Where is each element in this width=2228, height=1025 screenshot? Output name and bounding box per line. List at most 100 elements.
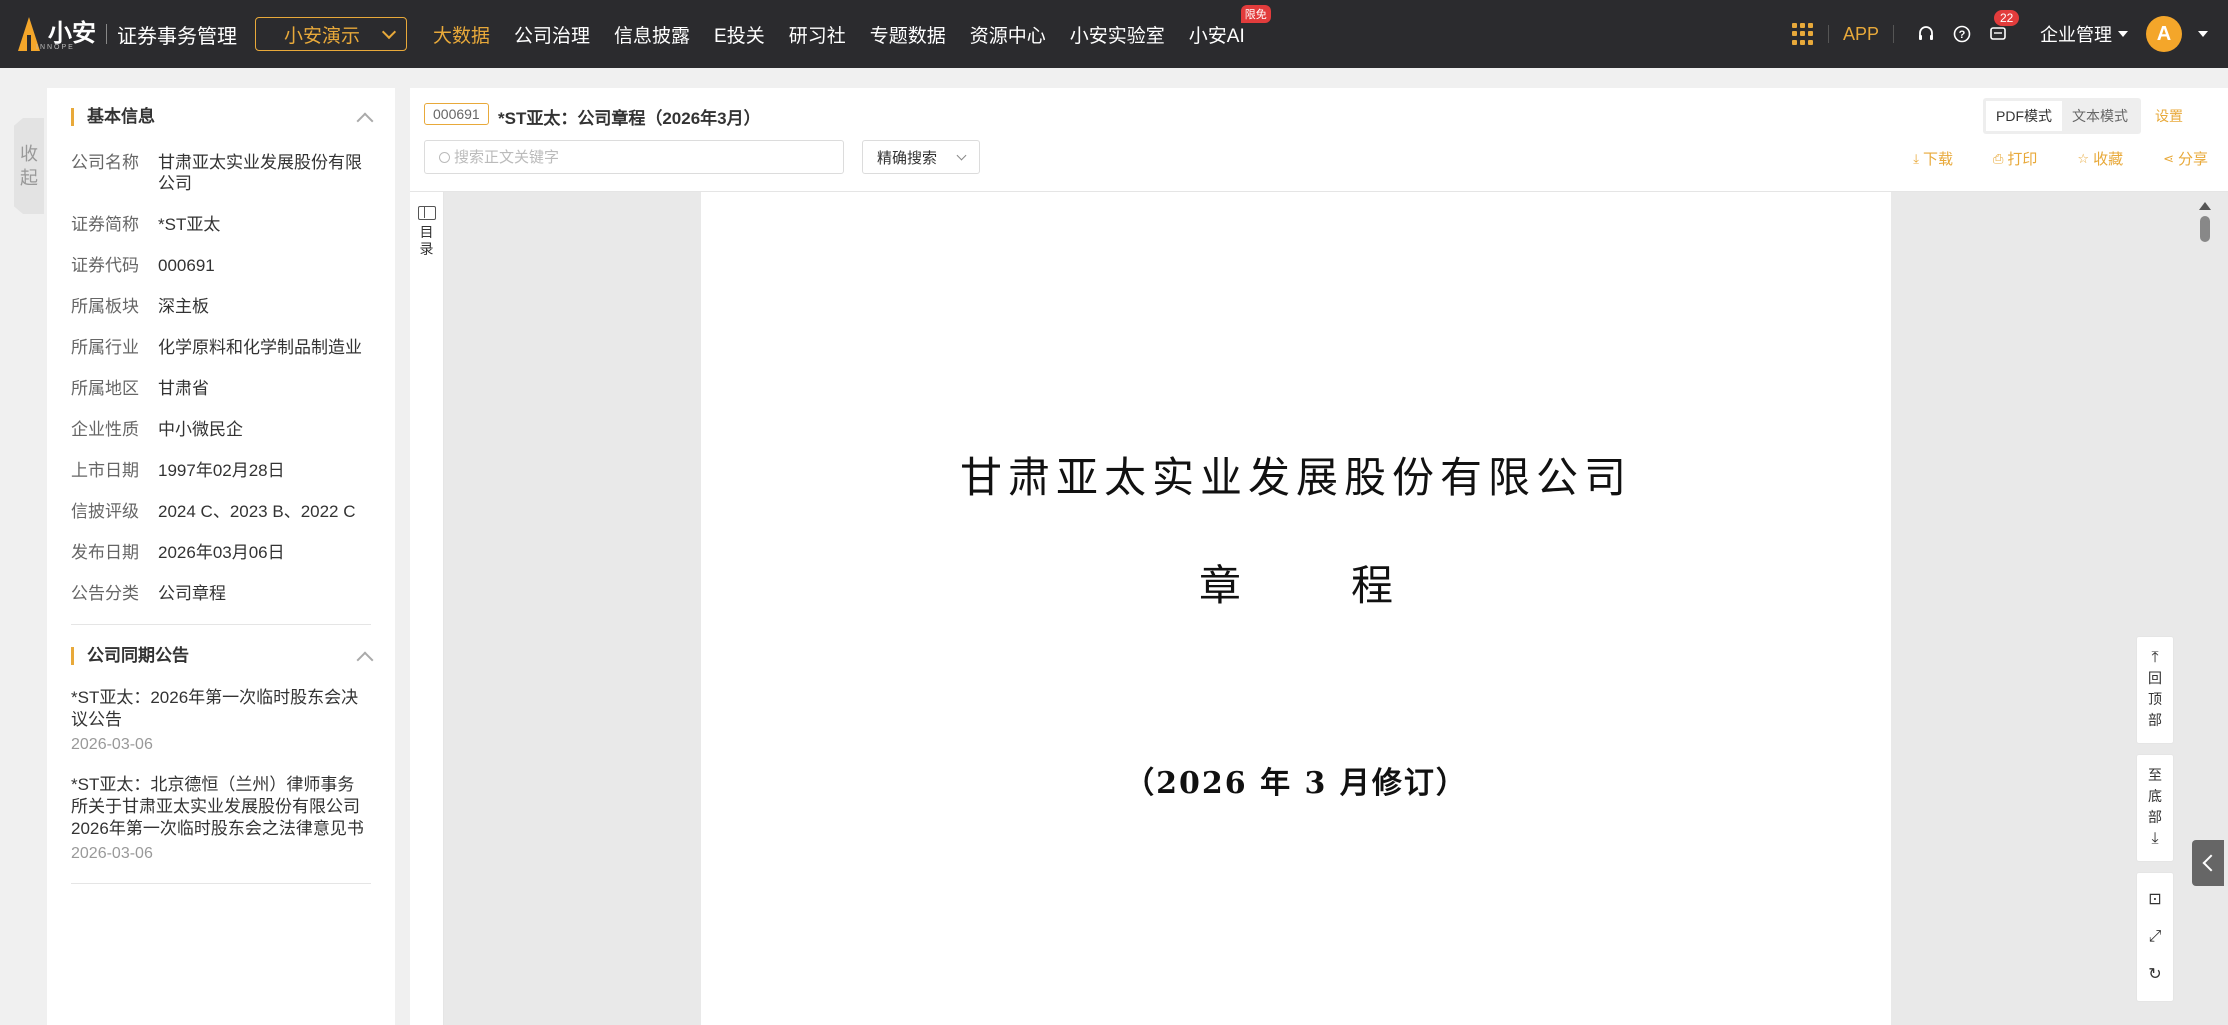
info-label: 所属地区 (71, 379, 139, 398)
basic-info-header[interactable]: 基本信息 (47, 88, 395, 146)
account-select[interactable]: 小安演示 (255, 17, 407, 51)
top-right-tools: APP ? 22 企业管理 A (1791, 0, 2228, 68)
app-link[interactable]: APP (1843, 24, 1879, 45)
favorite-button[interactable]: ☆ 收藏 (2077, 148, 2123, 169)
message-count-badge: 22 (1994, 10, 2020, 26)
stock-code-tag: 000691 (424, 103, 489, 125)
announcements-header[interactable]: 公司同期公告 (47, 625, 395, 687)
logo-text: 小安 (48, 20, 96, 47)
nav-item-resources[interactable]: 资源中心 (970, 21, 1046, 48)
pdf-mode-button[interactable]: PDF模式 (1986, 101, 2062, 131)
announcement-item[interactable]: *ST亚太：北京德恒（兰州）律师事务所关于甘肃亚太实业发展股份有限公司2026年… (47, 774, 395, 863)
nav-item-e-investor[interactable]: E投关 (714, 21, 765, 48)
scroll-up-icon[interactable] (2199, 202, 2211, 210)
apps-grid-icon[interactable] (1791, 23, 1814, 45)
announcement-title[interactable]: *ST亚太：2026年第一次临时股东会决议公告 (71, 687, 371, 731)
info-label: 上市日期 (71, 461, 139, 480)
to-bottom-button[interactable]: 至 底 部 ⤓ (2136, 754, 2174, 862)
nav-item-study[interactable]: 研习社 (789, 21, 846, 48)
document-viewer-panel: 000691 *ST亚太：公司章程（2026年3月） PDF模式 文本模式 设置… (410, 88, 2228, 1025)
basic-info-list: 公司名称 甘肃亚太实业发展股份有限公司 证券简称 *ST亚太 证券代码 000691 … (47, 146, 395, 604)
to-bottom-label: 至 (2148, 767, 2162, 783)
toc-label: 录 (419, 241, 434, 257)
settings-link[interactable]: 设置 (2155, 106, 2183, 126)
text-mode-button[interactable]: 文本模式 (2062, 101, 2138, 131)
announcement-date: 2026-03-06 (71, 736, 153, 753)
chevron-down-icon (381, 24, 397, 39)
search-box[interactable] (424, 140, 844, 174)
nav-item-ai[interactable]: 小安AI 限免 (1189, 4, 1271, 48)
chevron-up-icon[interactable] (356, 651, 374, 669)
print-icon: ⎙ (1992, 150, 2004, 166)
search-input[interactable] (454, 148, 834, 166)
view-mode-switch: PDF模式 文本模式 (1983, 98, 2141, 134)
to-top-label: 回 (2148, 670, 2162, 686)
page-company-name: 甘肃亚太实业发展股份有限公司 (959, 453, 1632, 502)
info-label: 证券简称 (71, 215, 139, 234)
rotate-icon[interactable]: ↻ (2148, 964, 2161, 985)
info-row: 公司名称 甘肃亚太实业发展股份有限公司 (47, 152, 395, 194)
share-button[interactable]: ⋖ 分享 (2163, 148, 2208, 169)
chevron-up-icon[interactable] (356, 112, 374, 130)
toc-label: 目 (419, 224, 434, 240)
logo[interactable]: 小安 INNOPE (16, 15, 96, 53)
collapse-label: 起 (20, 168, 38, 188)
help-icon[interactable]: ? (1952, 24, 1972, 44)
nav-item-topic-data[interactable]: 专题数据 (870, 21, 946, 48)
avatar-letter: A (2156, 22, 2172, 45)
divider (1893, 25, 1894, 43)
info-value: 公司章程 (158, 584, 226, 603)
headset-icon[interactable] (1916, 24, 1936, 44)
to-bottom-label: 部 (2148, 809, 2162, 825)
info-value: 2026年03月06日 (158, 543, 285, 562)
info-value: 甘肃省 (158, 379, 209, 398)
document-actions: ⤓ 下载 ⎙ 打印 ☆ 收藏 ⋖ 分享 (1873, 148, 2208, 169)
info-value: 000691 (158, 256, 215, 275)
info-row: 上市日期 1997年02月28日 (47, 460, 395, 481)
info-row: 证券代码 000691 (47, 255, 395, 276)
info-label: 所属行业 (71, 338, 139, 357)
nav-item-big-data[interactable]: 大数据 (433, 21, 490, 48)
search-mode-select[interactable]: 精确搜索 (862, 140, 980, 174)
document-header: 000691 *ST亚太：公司章程（2026年3月） PDF模式 文本模式 设置… (410, 88, 2228, 192)
enterprise-menu[interactable]: 企业管理 (2040, 21, 2128, 47)
info-value: 甘肃亚太实业发展股份有限公司 (158, 153, 362, 193)
announcement-item[interactable]: *ST亚太：2026年第一次临时股东会决议公告 2026-03-06 (47, 687, 395, 754)
divider (71, 883, 371, 884)
info-value: 化学原料和化学制品制造业 (158, 338, 362, 357)
info-label: 公司名称 (71, 153, 139, 172)
print-button[interactable]: ⎙ 打印 (1993, 148, 2037, 169)
scrollbar[interactable] (2198, 192, 2212, 1025)
info-value: 中小微民企 (158, 420, 243, 439)
toc-button[interactable]: 目 录 (410, 192, 443, 258)
pdf-viewer[interactable]: 甘肃亚太实业发展股份有限公司 章程 （2026 年 3 月修订） (444, 192, 2228, 1025)
scroll-thumb[interactable] (2200, 216, 2210, 242)
info-value: 深主板 (158, 297, 209, 316)
free-badge: 限免 (1240, 4, 1271, 23)
pdf-page: 甘肃亚太实业发展股份有限公司 章程 （2026 年 3 月修订） (701, 192, 1891, 1025)
expand-icon[interactable]: ⤢ (2149, 926, 2162, 947)
company-info-panel: 基本信息 公司名称 甘肃亚太实业发展股份有限公司 证券简称 *ST亚太 证券代码 00… (47, 88, 395, 1025)
main-nav: 大数据 公司治理 信息披露 E投关 研习社 专题数据 资源中心 小安实验室 小安… (433, 0, 1271, 68)
search-icon (439, 151, 450, 163)
app-title: 证券事务管理 (117, 25, 237, 48)
nav-item-disclosure[interactable]: 信息披露 (614, 21, 690, 48)
divider (106, 24, 107, 44)
announcement-title[interactable]: *ST亚太：北京德恒（兰州）律师事务所关于甘肃亚太实业发展股份有限公司2026年… (71, 774, 371, 840)
nav-item-governance[interactable]: 公司治理 (514, 21, 590, 48)
download-button[interactable]: ⤓ 下载 (1913, 148, 1953, 169)
expand-side-panel-button[interactable] (2192, 840, 2224, 886)
avatar[interactable]: A (2146, 16, 2182, 52)
collapse-sidebar-button[interactable]: 收 起 (14, 118, 44, 214)
favorite-label: 收藏 (2093, 151, 2124, 168)
fit-page-icon[interactable]: ⊡ (2148, 889, 2161, 910)
caret-down-icon[interactable] (2198, 31, 2208, 37)
info-label: 所属板块 (71, 297, 139, 316)
account-select-value: 小安演示 (284, 25, 361, 47)
message-icon[interactable]: 22 (1988, 10, 2020, 44)
info-row: 所属行业 化学原料和化学制品制造业 (47, 337, 395, 358)
info-row: 信披评级 2024 C、2023 B、2022 C (47, 501, 395, 522)
nav-item-lab[interactable]: 小安实验室 (1070, 21, 1165, 48)
info-row: 企业性质 中小微民企 (47, 419, 395, 440)
back-to-top-button[interactable]: ⤒ 回 顶 部 (2136, 636, 2174, 744)
